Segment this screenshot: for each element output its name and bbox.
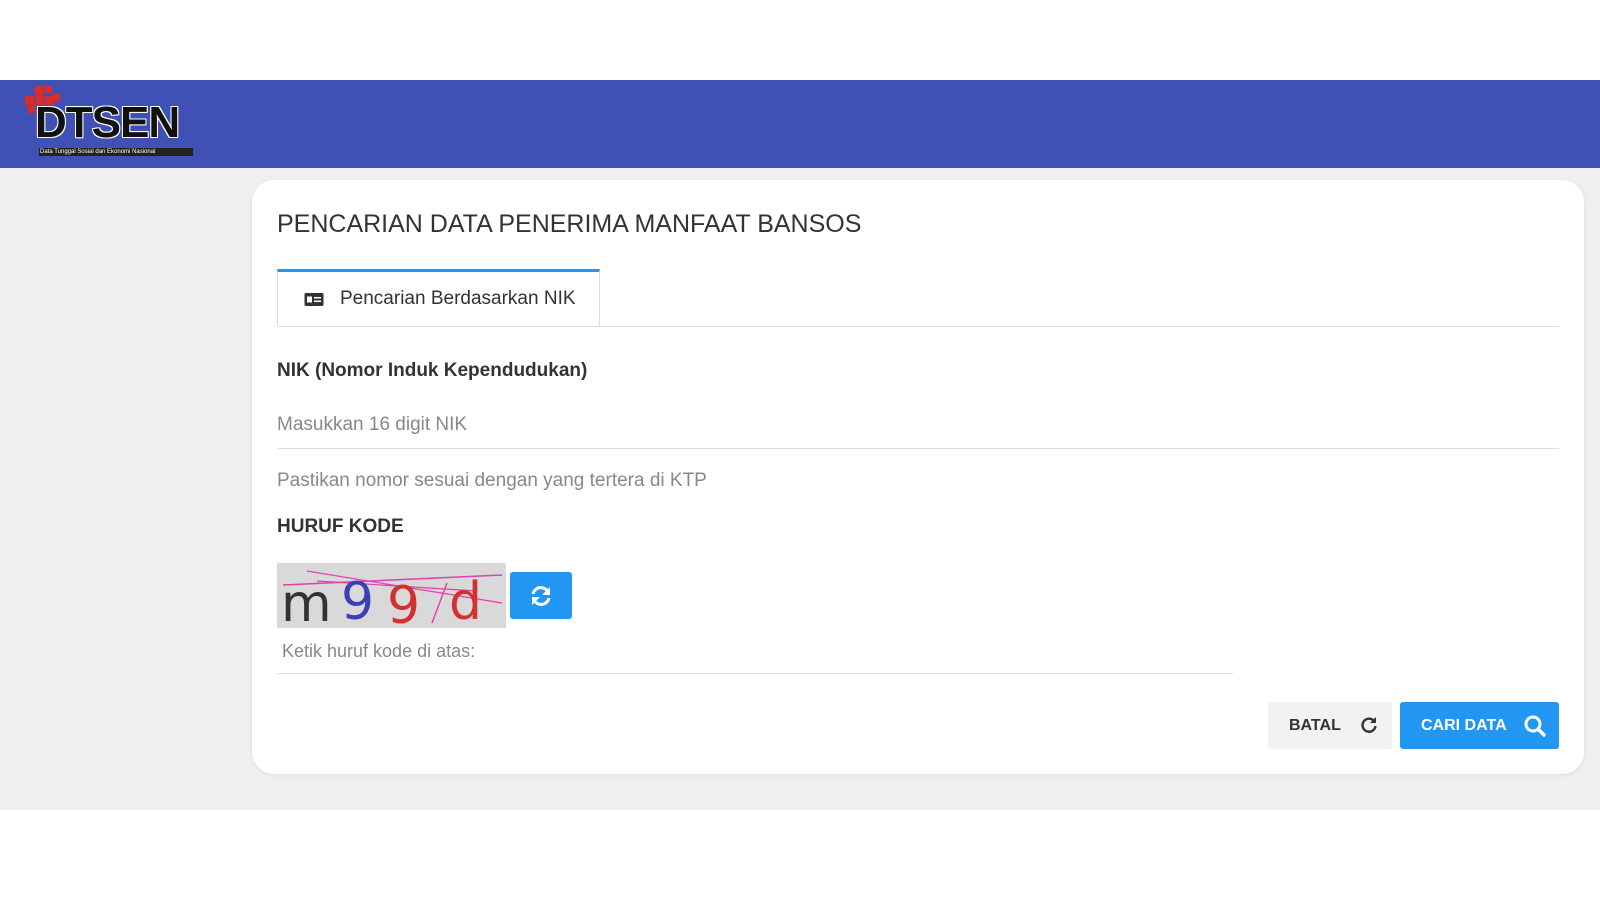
captcha-refresh-button[interactable] <box>510 572 572 619</box>
captcha-input[interactable] <box>277 630 1233 674</box>
search-button[interactable]: CARI DATA <box>1400 702 1559 749</box>
id-card-icon <box>304 293 324 306</box>
nik-label: NIK (Nomor Induk Kependudukan) <box>277 360 588 381</box>
refresh-icon <box>531 586 551 606</box>
captcha-image: m 9 9 d <box>277 563 506 636</box>
tab-label: Pencarian Berdasarkan NIK <box>340 288 576 309</box>
dtsen-logo[interactable]: DTSEN Data Tunggal Sosial dan Ekonomi Na… <box>25 86 195 162</box>
logo-text: DTSEN <box>35 98 180 147</box>
app-header: DTSEN Data Tunggal Sosial dan Ekonomi Na… <box>0 80 1600 168</box>
tabs-divider <box>277 326 1559 327</box>
cancel-button[interactable]: BATAL <box>1268 702 1392 749</box>
captcha-label: HURUF KODE <box>277 516 404 537</box>
search-card: PENCARIAN DATA PENERIMA MANFAAT BANSOS P… <box>252 180 1584 774</box>
search-button-label: CARI DATA <box>1421 717 1507 734</box>
search-icon <box>1524 715 1546 737</box>
reset-icon <box>1361 717 1377 733</box>
cancel-button-label: BATAL <box>1289 717 1341 734</box>
tab-search-by-nik[interactable]: Pencarian Berdasarkan NIK <box>277 269 600 326</box>
nik-input[interactable] <box>277 402 1559 449</box>
captcha-char-2: 9 <box>341 572 374 628</box>
captcha-char-4: d <box>449 572 482 628</box>
page-title: PENCARIAN DATA PENERIMA MANFAAT BANSOS <box>277 210 862 238</box>
top-blank-area <box>0 0 1600 80</box>
captcha-char-1: m <box>281 574 332 628</box>
captcha-char-3: 9 <box>387 576 420 628</box>
logo-tagline: Data Tunggal Sosial dan Ekonomi Nasional <box>39 148 193 156</box>
nik-helper-text: Pastikan nomor sesuai dengan yang terter… <box>277 470 707 491</box>
